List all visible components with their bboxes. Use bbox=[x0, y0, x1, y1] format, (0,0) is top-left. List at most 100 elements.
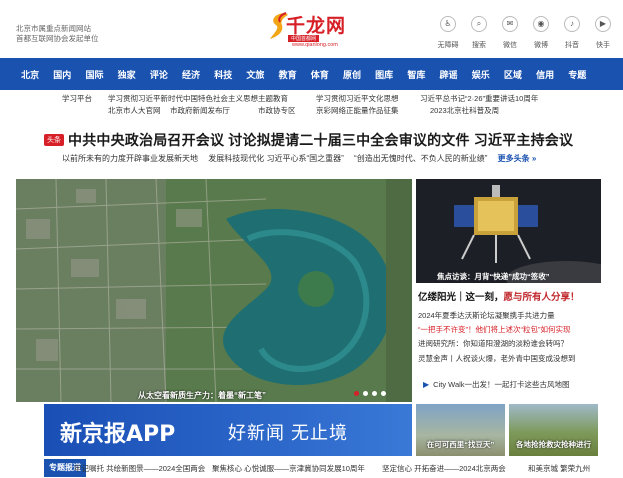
main-nav: 北京 国内 国际 独家 评论 经济 科技 文旅 教育 体育 原创 图库 智库 辟谣 娱乐 区域 信用 专题 bbox=[0, 58, 623, 90]
topics-ticker: 专题报道 牢记嘱托 共绘新图景——2024全国两会 聚焦核心 心悦诚服——京津冀… bbox=[44, 459, 623, 478]
nav-item[interactable]: 教育 bbox=[272, 68, 304, 81]
header-tool-weibo[interactable]: ◉ 微博 bbox=[527, 16, 555, 52]
logo-domain: www.qianlong.com bbox=[292, 42, 338, 48]
sub-link[interactable]: 2023北京社科普及周 bbox=[430, 105, 499, 116]
nav-item[interactable]: 科技 bbox=[207, 68, 239, 81]
headline-sub-link[interactable]: 发展科技现代化 习近平心系“国之重器” bbox=[208, 154, 344, 163]
header-tool-kuaishou[interactable]: ▶ 快手 bbox=[589, 16, 617, 52]
nav-item[interactable]: 北京 bbox=[14, 68, 46, 81]
accessibility-icon: ♿ bbox=[440, 16, 456, 32]
satellite-image-icon bbox=[16, 179, 412, 402]
top-headline[interactable]: 头条 中共中央政治局召开会议 讨论拟提请二十届三中全会审议的文件 习近平主持会议 bbox=[44, 131, 573, 149]
nav-item[interactable]: 体育 bbox=[304, 68, 336, 81]
city-walk-link[interactable]: ▶ City Walk一出发！一起打卡这些古风地图 bbox=[423, 379, 570, 390]
ticker-item[interactable]: 聚焦核心 心悦诚服——京津冀协同发展10周年 bbox=[212, 463, 365, 474]
sub-link[interactable]: 北京市人大官网 bbox=[108, 105, 161, 116]
sub-links: 学习平台 学习贯彻习近平新时代中国特色社会主义思想主题教育 学习贯彻习近平文化思… bbox=[0, 93, 623, 115]
search-icon: ⌕ bbox=[471, 16, 487, 32]
headline-sub-link[interactable]: “创造出无愧时代、不负人民的新业绩” bbox=[354, 154, 487, 163]
site-desc-line-2: 首都互联网协会发起单位 bbox=[16, 34, 99, 43]
headline-text[interactable]: 中共中央政治局召开会议 讨论拟提请二十届三中全会审议的文件 习近平主持会议 bbox=[68, 130, 573, 150]
nav-item[interactable]: 文旅 bbox=[239, 68, 271, 81]
carousel-dot[interactable] bbox=[363, 391, 368, 396]
nav-item[interactable]: 原创 bbox=[336, 68, 368, 81]
side-news-list: 2024年夏季达沃斯论坛凝聚携手共进力量 “一把手不许变”！他们将上述次“粒包”… bbox=[418, 309, 606, 366]
side-feature-title[interactable]: 亿缕阳光｜这一刻，愿与所有人分享！ bbox=[418, 289, 580, 303]
header-tool-label: 微博 bbox=[534, 42, 548, 49]
main-image-caption[interactable]: 从太空看新质生产力：着墨“新工笔” bbox=[138, 390, 266, 401]
carousel-dot[interactable] bbox=[381, 391, 386, 396]
nav-item[interactable]: 评论 bbox=[143, 68, 175, 81]
lunar-lander-icon bbox=[416, 179, 601, 283]
side-title-part-2: 愿与所有人分享！ bbox=[503, 292, 580, 303]
site-desc-line-1: 北京市属重点新闻网站 bbox=[16, 24, 91, 33]
list-item[interactable]: “一把手不许变”！他们将上述次“粒包”如何实现 bbox=[418, 323, 606, 337]
sub-link[interactable]: 学习贯彻习近平文化思想 bbox=[316, 93, 399, 104]
site-logo[interactable]: 千龙网 中国首都网 www.qianlong.com bbox=[266, 9, 362, 49]
kuaishou-icon: ▶ bbox=[595, 16, 611, 32]
carousel-dots bbox=[354, 391, 390, 396]
sub-link[interactable]: 京彩网络正能量作品征集 bbox=[316, 105, 399, 116]
list-item[interactable]: 2024年夏季达沃斯论坛凝聚携手共进力量 bbox=[418, 309, 606, 323]
ticker-item[interactable]: 牢记嘱托 共绘新图景——2024全国两会 bbox=[74, 463, 205, 474]
thumbnail-card[interactable]: 在可可西里“找豆天” bbox=[416, 404, 505, 456]
header-tool-douyin[interactable]: ♪ 抖音 bbox=[558, 16, 586, 52]
carousel-dot[interactable] bbox=[372, 391, 377, 396]
header-tool-search[interactable]: ⌕ 搜索 bbox=[465, 16, 493, 52]
douyin-icon: ♪ bbox=[564, 16, 580, 32]
header-tool-label: 无障碍 bbox=[437, 42, 459, 49]
logo-text: 千龙网 bbox=[286, 15, 347, 37]
site-description: 北京市属重点新闻网站 首都互联网协会发起单位 bbox=[16, 24, 99, 44]
header-tool-label: 搜索 bbox=[472, 42, 486, 49]
nav-item[interactable]: 国际 bbox=[78, 68, 110, 81]
logo-subtitle: 中国首都网 bbox=[288, 35, 320, 42]
headline-sub-link[interactable]: 以前所未有的力度开辟事业发展新天地 bbox=[62, 154, 198, 163]
location-pin-icon: ▶ bbox=[423, 380, 430, 389]
site-header: 北京市属重点新闻网站 首都互联网协会发起单位 千龙网 中国首都网 www.qia… bbox=[0, 0, 623, 58]
nav-item[interactable]: 区域 bbox=[497, 68, 529, 81]
headline-badge: 头条 bbox=[44, 134, 64, 146]
carousel-dot[interactable] bbox=[354, 391, 359, 396]
main-carousel-image[interactable] bbox=[16, 179, 412, 402]
banner-main-text: 新京报APP bbox=[60, 422, 176, 447]
nav-item[interactable]: 独家 bbox=[111, 68, 143, 81]
list-item[interactable]: 进阅研究所：你知道阳澄湖的淡粉谁会转吗？ bbox=[418, 337, 606, 351]
side-image-caption[interactable]: 焦点访谈：月背“快递”成功“签收” bbox=[437, 271, 550, 282]
nav-item[interactable]: 辟谣 bbox=[432, 68, 464, 81]
banner-slogan: 好新闻 无止境 bbox=[228, 423, 349, 443]
thumbnail-caption: 各地抢抢救灾抢种进行 bbox=[516, 440, 591, 449]
sub-links-row-2: 北京市人大官网 市政府新闻发布厅 市政协专区 京彩网络正能量作品征集 2023北… bbox=[0, 104, 623, 115]
header-tool-accessibility[interactable]: ♿ 无障碍 bbox=[434, 16, 462, 52]
sub-link[interactable]: 市政协专区 bbox=[258, 105, 296, 116]
sub-links-row-1: 学习平台 学习贯彻习近平新时代中国特色社会主义思想主题教育 学习贯彻习近平文化思… bbox=[0, 93, 623, 104]
list-item[interactable]: 灵慧金声丨人祝谈火爆，老外青中国变成没想到 bbox=[418, 352, 606, 366]
headline-sub-links: 以前所未有的力度开辟事业发展新天地 发展科技现代化 习近平心系“国之重器” “创… bbox=[62, 153, 544, 164]
header-tool-label: 抖音 bbox=[565, 42, 579, 49]
nav-item[interactable]: 娱乐 bbox=[465, 68, 497, 81]
city-walk-text: City Walk一出发！一起打卡这些古风地图 bbox=[433, 380, 570, 389]
nav-item[interactable]: 图库 bbox=[368, 68, 400, 81]
sub-link[interactable]: 市政府新闻发布厅 bbox=[170, 105, 230, 116]
more-headlines-link[interactable]: 更多头条 » bbox=[498, 154, 537, 163]
wechat-icon: ✉ bbox=[502, 16, 518, 32]
nav-item[interactable]: 智库 bbox=[400, 68, 432, 81]
nav-item[interactable]: 专题 bbox=[561, 68, 593, 81]
nav-item[interactable]: 经济 bbox=[175, 68, 207, 81]
xinjingbao-app-banner[interactable]: 新京报APP 好新闻 无止境 bbox=[44, 404, 412, 456]
nav-item[interactable]: 国内 bbox=[46, 68, 78, 81]
thumbnail-card[interactable]: 各地抢抢救灾抢种进行 bbox=[509, 404, 598, 456]
sub-link[interactable]: 学习平台 bbox=[62, 93, 92, 104]
sub-link[interactable]: 习近平总书记“2·26”重要讲话10周年 bbox=[420, 93, 538, 104]
thumbnail-caption: 在可可西里“找豆天” bbox=[426, 440, 495, 449]
header-tool-wechat[interactable]: ✉ 微信 bbox=[496, 16, 524, 52]
ticker-item[interactable]: 坚定信心 开拓奋进——2024北京两会 bbox=[382, 463, 506, 474]
nav-item[interactable]: 信用 bbox=[529, 68, 561, 81]
header-tools: ♿ 无障碍 ⌕ 搜索 ✉ 微信 ◉ 微博 ♪ 抖音 ▶ 快手 bbox=[434, 16, 620, 52]
sub-link[interactable]: 学习贯彻习近平新时代中国特色社会主义思想主题教育 bbox=[108, 93, 288, 104]
side-title-part-1: 亿缕阳光｜这一刻， bbox=[418, 292, 504, 303]
header-tool-label: 微信 bbox=[503, 42, 517, 49]
ticker-item[interactable]: 和美京城 繁荣九州 bbox=[528, 463, 590, 474]
side-feature-image[interactable] bbox=[416, 179, 601, 283]
weibo-icon: ◉ bbox=[533, 16, 549, 32]
header-tool-label: 快手 bbox=[596, 42, 610, 49]
